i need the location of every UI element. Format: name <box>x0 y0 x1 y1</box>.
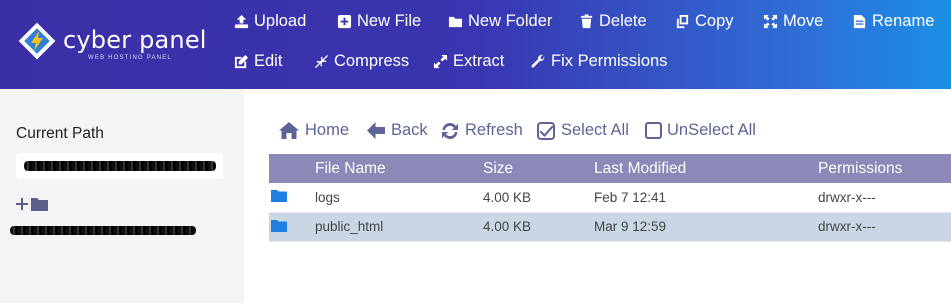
refresh-icon <box>442 122 458 139</box>
plus-icon <box>16 198 28 210</box>
new-folder-button[interactable]: New Folder <box>448 12 552 31</box>
folder-icon <box>271 219 287 232</box>
file-permissions: drwxr-x--- <box>818 219 876 234</box>
file-text-icon <box>853 14 866 29</box>
copy-button[interactable]: Copy <box>675 12 734 31</box>
redacted-path <box>24 161 216 171</box>
rename-button[interactable]: Rename <box>852 12 934 31</box>
new-file-button[interactable]: New File <box>337 12 421 31</box>
file-size: 4.00 KB <box>483 219 532 234</box>
file-table: File Name Size Last Modified Permissions… <box>269 154 951 242</box>
sidebar <box>0 89 244 303</box>
back-button[interactable]: Back <box>367 121 428 140</box>
current-path-field[interactable] <box>16 153 223 179</box>
edit-button[interactable]: Edit <box>234 52 282 71</box>
file-size: 4.00 KB <box>483 189 532 205</box>
header-permissions[interactable]: Permissions <box>818 154 951 183</box>
move-icon <box>763 14 778 29</box>
plus-square-icon <box>337 14 352 29</box>
fix-permissions-button[interactable]: Fix Permissions <box>531 52 667 71</box>
trash-icon <box>580 14 593 29</box>
checkbox-empty-icon <box>645 122 662 139</box>
select-all-button[interactable]: Select All <box>537 121 629 140</box>
cyberpanel-logo-icon <box>18 22 56 60</box>
header-icon-cell <box>269 154 315 183</box>
arrow-left-icon <box>367 122 385 139</box>
table-row[interactable]: public_html 4.00 KB Mar 9 12:59 drwxr-x-… <box>269 212 951 241</box>
brand-tagline: WEB HOSTING PANEL <box>88 55 172 61</box>
redacted-folder-path <box>10 226 196 235</box>
upload-button[interactable]: Upload <box>234 12 306 31</box>
current-path-label: Current Path <box>16 125 104 142</box>
edit-icon <box>234 54 249 69</box>
folder-icon <box>271 190 287 203</box>
extract-button[interactable]: Extract <box>433 52 504 71</box>
home-button[interactable]: Home <box>279 121 349 140</box>
header-file-name[interactable]: File Name <box>315 154 483 183</box>
upload-icon <box>234 14 249 29</box>
home-icon <box>279 122 299 139</box>
new-folder-shortcut[interactable] <box>16 197 48 211</box>
header-last-modified[interactable]: Last Modified <box>594 154 818 183</box>
table-row[interactable]: logs 4.00 KB Feb 7 12:41 drwxr-x--- <box>269 183 951 212</box>
folder-icon <box>448 16 463 28</box>
table-header-row: File Name Size Last Modified Permissions <box>269 154 951 183</box>
compress-icon <box>314 54 329 69</box>
brand-name: cyber panel <box>63 26 207 54</box>
file-permissions: drwxr-x--- <box>818 189 876 205</box>
folder-icon <box>31 198 48 211</box>
file-name[interactable]: public_html <box>315 212 483 241</box>
expand-icon <box>433 54 448 69</box>
brand-logo[interactable]: cyber panel WEB HOSTING PANEL <box>18 22 208 66</box>
file-modified: Mar 9 12:59 <box>594 219 667 234</box>
checkbox-checked-icon <box>537 121 555 140</box>
file-name[interactable]: logs <box>315 183 483 212</box>
top-header: cyber panel WEB HOSTING PANEL Upload New… <box>0 0 951 89</box>
refresh-button[interactable]: Refresh <box>441 121 523 140</box>
unselect-all-button[interactable]: UnSelect All <box>645 121 756 140</box>
delete-button[interactable]: Delete <box>579 12 647 31</box>
move-button[interactable]: Move <box>763 12 823 31</box>
wrench-icon <box>531 54 545 68</box>
compress-button[interactable]: Compress <box>314 52 409 71</box>
file-modified: Feb 7 12:41 <box>594 189 667 205</box>
header-size[interactable]: Size <box>483 154 594 183</box>
copy-icon <box>676 14 689 29</box>
